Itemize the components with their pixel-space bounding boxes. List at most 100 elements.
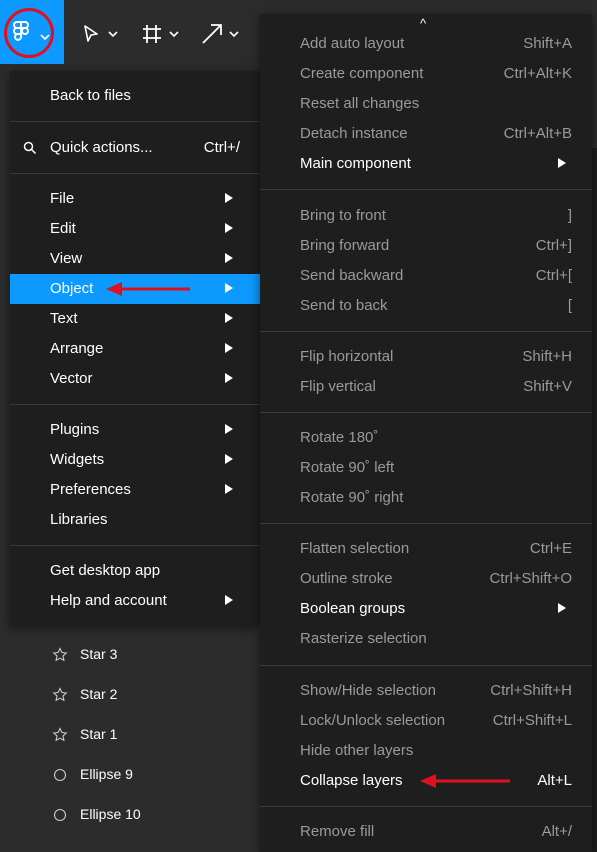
menu-divider [260,806,592,807]
menu-item-text[interactable]: Text [10,304,260,334]
submenu-arrow-icon [558,603,566,613]
menu-divider [260,189,592,190]
menu-item-label: Help and account [50,592,167,609]
submenu-item-bring-to-front[interactable]: Bring to front ] [260,201,592,231]
menu-item-view[interactable]: View [10,244,260,274]
submenu-arrow-icon [225,454,233,464]
submenu-item-flip-vertical[interactable]: Flip vertical Shift+V [260,372,592,402]
layer-label: Ellipse 10 [80,806,141,822]
menu-item-label: Preferences [50,481,131,498]
submenu-arrow-icon [225,283,233,293]
submenu-item-send-backward[interactable]: Send backward Ctrl+[ [260,261,592,291]
shape-tool-button[interactable] [196,0,248,64]
menu-item-libraries[interactable]: Libraries [10,505,260,535]
star-icon [52,687,68,702]
layer-row[interactable]: Star 3 [0,635,260,675]
submenu-item-send-to-back[interactable]: Send to back [ [260,291,592,321]
menu-item-shortcut: Shift+A [523,35,572,52]
submenu-item-rotate-90-left[interactable]: Rotate 90˚ left [260,453,592,483]
menu-item-shortcut: Ctrl+Alt+B [503,125,572,142]
move-tool-button[interactable] [74,0,126,64]
submenu-item-boolean-groups[interactable]: Boolean groups [260,594,592,624]
layer-row[interactable]: Star 2 [0,675,260,715]
menu-divider [10,404,260,405]
menu-item-shortcut: ] [567,207,572,224]
menu-item-label: Get desktop app [50,562,161,579]
menu-item-arrange[interactable]: Arrange [10,334,260,364]
menu-item-label: Widgets [50,451,105,468]
highlight-circle [4,8,54,58]
canvas-edge [592,148,597,852]
menu-item-label: Main component [300,155,411,172]
ellipse-icon [53,808,67,822]
layer-row[interactable]: Ellipse 9 [0,755,260,795]
submenu-item-rasterize-selection[interactable]: Rasterize selection [260,624,592,654]
layer-row[interactable]: Ellipse 10 [0,795,260,835]
menu-item-shortcut: [ [567,297,572,314]
submenu-arrow-icon [558,158,566,168]
menu-item-label: Boolean groups [300,600,406,617]
layer-row[interactable]: Star 1 [0,715,260,755]
submenu-item-show-hide-selection[interactable]: Show/Hide selection Ctrl+Shift+H [260,676,592,706]
submenu-arrow-icon [225,253,233,263]
submenu-item-bring-forward[interactable]: Bring forward Ctrl+] [260,231,592,261]
annotation-arrow [420,774,510,788]
menu-item-file[interactable]: File [10,184,260,214]
submenu-item-flip-horizontal[interactable]: Flip horizontal Shift+H [260,342,592,372]
submenu-item-lock-unlock-selection[interactable]: Lock/Unlock selection Ctrl+Shift+L [260,706,592,736]
submenu-arrow-icon [225,595,233,605]
submenu-item-add-auto-layout[interactable]: Add auto layout Shift+A [260,29,592,59]
menu-item-plugins[interactable]: Plugins [10,415,260,445]
menu-item-back-to-files[interactable]: Back to files [10,81,260,111]
submenu-item-flatten-selection[interactable]: Flatten selection Ctrl+E [260,534,592,564]
menu-item-label: Rotate 90˚ right [300,489,404,506]
menu-item-label: Hide other layers [300,742,414,759]
menu-item-shortcut: Ctrl+Shift+L [492,712,572,729]
submenu-item-remove-fill[interactable]: Remove fill Alt+/ [260,817,592,847]
submenu-item-hide-other-layers[interactable]: Hide other layers [260,736,592,766]
menu-item-label: Vector [50,370,93,387]
submenu-arrow-icon [225,373,233,383]
menu-item-shortcut: Ctrl+Shift+H [490,682,572,699]
menu-item-get-desktop-app[interactable]: Get desktop app [10,556,260,586]
submenu-item-detach-instance[interactable]: Detach instance Ctrl+Alt+B [260,119,592,149]
menu-item-vector[interactable]: Vector [10,364,260,394]
menu-item-label: Detach instance [300,125,408,142]
menu-item-label: View [50,250,83,267]
menu-divider [260,523,592,524]
menu-item-label: Bring forward [300,237,390,254]
layers-panel: Star 3 Star 2 Star 1 Ellipse 9 Ellipse 1… [0,625,260,852]
move-cursor-icon [84,25,98,42]
submenu-item-rotate-180[interactable]: Rotate 180˚ [260,423,592,453]
menu-item-label: Remove fill [300,823,375,840]
submenu-arrow-icon [225,193,233,203]
arrow-icon [202,24,222,44]
submenu-item-reset-all-changes[interactable]: Reset all changes [260,89,592,119]
submenu-arrow-icon [225,343,233,353]
menu-item-shortcut: Ctrl+] [535,237,572,254]
menu-item-help-and-account[interactable]: Help and account [10,586,260,616]
menu-item-preferences[interactable]: Preferences [10,475,260,505]
chevron-down-icon [169,31,179,38]
menu-item-edit[interactable]: Edit [10,214,260,244]
menu-divider [260,331,592,332]
ellipse-icon [53,768,67,782]
menu-item-shortcut: Shift+V [523,378,572,395]
submenu-item-outline-stroke[interactable]: Outline stroke Ctrl+Shift+O [260,564,592,594]
menu-item-shortcut: Ctrl+Alt+K [503,65,572,82]
menu-item-label: Flatten selection [300,540,410,557]
submenu-arrow-icon [225,223,233,233]
frame-tool-button[interactable] [134,0,186,64]
menu-item-shortcut: Ctrl+/ [203,139,240,156]
submenu-item-create-component[interactable]: Create component Ctrl+Alt+K [260,59,592,89]
menu-item-quick-actions[interactable]: Quick actions... Ctrl+/ [10,133,260,163]
menu-item-label: Flip vertical [300,378,376,395]
layer-label: Star 2 [80,686,118,702]
annotation-arrow [106,282,190,296]
submenu-item-rotate-90-right[interactable]: Rotate 90˚ right [260,483,592,513]
menu-item-shortcut: Ctrl+E [529,540,572,557]
menu-item-widgets[interactable]: Widgets [10,445,260,475]
layer-label: Star 1 [80,726,118,742]
submenu-item-main-component[interactable]: Main component [260,149,592,179]
layer-label: Star 3 [80,646,118,662]
